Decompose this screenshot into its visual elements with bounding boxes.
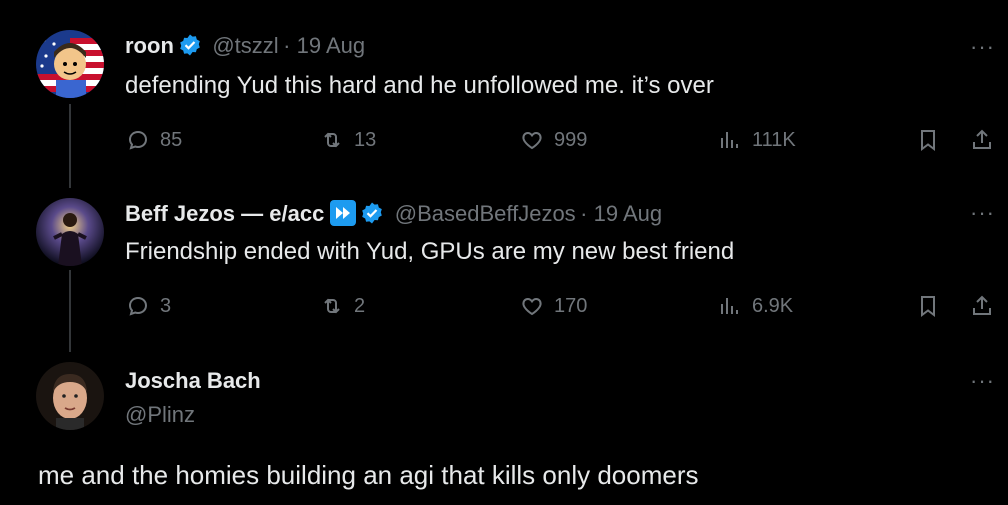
share-button[interactable]: [970, 294, 994, 318]
bookmark-button[interactable]: [916, 128, 940, 152]
repost-count: 13: [354, 128, 377, 151]
view-count: 111K: [752, 128, 796, 151]
repost-icon: [324, 132, 340, 148]
like-button[interactable]: 170: [520, 294, 587, 318]
display-name[interactable]: Joscha Bach: [125, 368, 261, 394]
display-name[interactable]: Beff Jezos — e/acc: [125, 201, 324, 226]
fast-forward-icon: [330, 200, 357, 226]
bookmark-icon: [921, 296, 935, 317]
handle[interactable]: @Plinz: [125, 402, 195, 428]
like-count: 170: [554, 294, 588, 317]
views-button[interactable]: 111K: [718, 128, 796, 152]
display-name[interactable]: roon: [125, 33, 174, 58]
repost-count: 2: [354, 294, 366, 317]
like-button[interactable]: 999: [520, 128, 587, 152]
tweet-text: Friendship ended with Yud, GPUs are my n…: [125, 238, 735, 265]
more-options-icon[interactable]: ···: [970, 34, 995, 60]
heart-icon: [522, 131, 542, 150]
tweet-text: me and the homies building an agi that k…: [38, 460, 699, 490]
more-options-icon[interactable]: ···: [970, 368, 995, 394]
portrait-avatar-icon: [36, 362, 104, 430]
tweet-roon[interactable]: roon @tszzl · 19 Aug ··· defending Yud t…: [0, 0, 1008, 180]
reply-icon: [128, 296, 148, 316]
reply-count: 85: [160, 128, 183, 151]
views-icon: [721, 132, 738, 148]
cosmic-figure-avatar-icon: [36, 198, 104, 266]
handle[interactable]: @tszzl: [212, 33, 278, 58]
reply-button[interactable]: 3: [126, 294, 171, 318]
share-icon: [973, 129, 991, 149]
verified-badge-icon: [362, 202, 383, 224]
views-icon: [721, 298, 738, 314]
repost-button[interactable]: 13: [320, 128, 376, 152]
tweet-beff-jezos[interactable]: Beff Jezos — e/acc @BasedBeffJezos · 19 …: [0, 180, 1008, 350]
repost-icon: [324, 298, 340, 314]
verified-badge-icon: [180, 34, 200, 56]
share-button[interactable]: [970, 128, 994, 152]
tweet-text: defending Yud this hard and he unfollowe…: [125, 72, 714, 99]
view-count: 6.9K: [752, 294, 794, 317]
heart-icon: [522, 297, 542, 316]
tweet-joscha-bach[interactable]: Joscha Bach @Plinz ··· me and the homies…: [0, 350, 1008, 505]
bookmark-button[interactable]: [916, 294, 940, 318]
reply-count: 3: [160, 294, 172, 317]
like-count: 999: [554, 128, 588, 151]
timestamp[interactable]: · 19 Aug: [580, 201, 662, 226]
repost-button[interactable]: 2: [320, 294, 365, 318]
views-button[interactable]: 6.9K: [718, 294, 793, 318]
avatar[interactable]: [36, 198, 104, 266]
handle[interactable]: @BasedBeffJezos: [395, 201, 576, 226]
reply-icon: [128, 130, 148, 150]
tweet-header: roon @tszzl · 19 Aug: [125, 33, 365, 59]
avatar[interactable]: [36, 362, 104, 430]
share-icon: [973, 295, 991, 315]
cartoon-flag-avatar-icon: [36, 30, 104, 98]
bookmark-icon: [921, 130, 935, 151]
reply-button[interactable]: 85: [126, 128, 182, 152]
timestamp[interactable]: · 19 Aug: [283, 33, 365, 58]
tweet-header: Beff Jezos — e/acc @BasedBeffJezos · 19 …: [125, 200, 662, 227]
avatar[interactable]: [36, 30, 104, 98]
more-options-icon[interactable]: ···: [970, 200, 995, 226]
